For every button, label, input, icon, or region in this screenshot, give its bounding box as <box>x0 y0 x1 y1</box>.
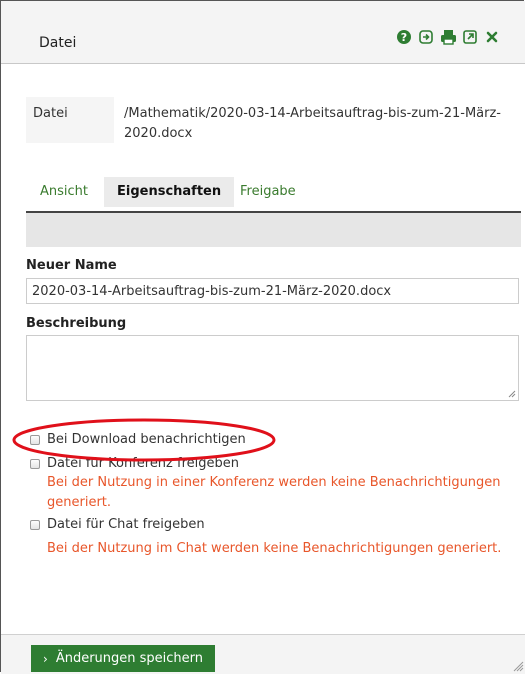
option-label: Bei Download benachrichtigen <box>47 432 246 447</box>
option-chat-share[interactable]: Datei für Chat freigeben <box>30 517 205 532</box>
option-download-notify[interactable]: Bei Download benachrichtigen <box>30 432 246 447</box>
dialog-header: Datei ? <box>1 1 525 64</box>
external-link-icon[interactable] <box>459 28 481 46</box>
new-name-label: Neuer Name <box>26 258 117 273</box>
tab-eigenschaften[interactable]: Eigenschaften <box>104 177 235 207</box>
tab-bar: Ansicht Eigenschaften Freigabe <box>26 177 521 214</box>
resize-grip-icon[interactable] <box>508 390 516 398</box>
help-icon[interactable]: ? <box>393 28 415 46</box>
file-dialog: Datei ? Datei /Mathematik/2020-03-14-Arb… <box>0 0 525 674</box>
conference-share-checkbox[interactable] <box>30 458 40 469</box>
print-icon[interactable] <box>437 28 459 46</box>
save-changes-button[interactable]: › Änderungen speichern <box>31 645 216 672</box>
enter-icon[interactable] <box>415 28 437 46</box>
chat-warning: Bei der Nutzung im Chat werden keine Ben… <box>47 541 502 556</box>
chevron-right-icon: › <box>43 651 48 666</box>
dialog-title: Datei <box>39 35 77 51</box>
tab-subheader <box>26 213 521 247</box>
tab-freigabe[interactable]: Freigabe <box>240 177 296 207</box>
file-path-value: /Mathematik/2020-03-14-Arbeitsauftrag-bi… <box>120 97 521 143</box>
option-label: Datei für Chat freigeben <box>47 517 205 532</box>
option-label: Datei für Konferenz freigeben <box>47 456 239 471</box>
option-conference-share[interactable]: Datei für Konferenz freigeben <box>30 456 239 471</box>
chat-share-checkbox[interactable] <box>30 519 40 530</box>
description-textarea[interactable] <box>26 335 519 401</box>
tab-ansicht[interactable]: Ansicht <box>40 177 88 207</box>
conference-warning: Bei der Nutzung in einer Konferenz werde… <box>47 475 501 510</box>
resize-handle-icon[interactable] <box>512 660 524 672</box>
header-toolbar: ? <box>393 28 503 46</box>
file-info-row: Datei /Mathematik/2020-03-14-Arbeitsauft… <box>26 97 521 143</box>
file-info-label: Datei <box>26 97 114 143</box>
dialog-footer: › Änderungen speichern <box>1 634 525 674</box>
close-icon[interactable] <box>481 28 503 46</box>
save-button-label: Änderungen speichern <box>55 651 204 666</box>
download-notify-checkbox[interactable] <box>30 434 40 445</box>
new-name-input[interactable] <box>26 278 519 304</box>
description-label: Beschreibung <box>26 316 127 331</box>
svg-text:?: ? <box>401 31 407 44</box>
